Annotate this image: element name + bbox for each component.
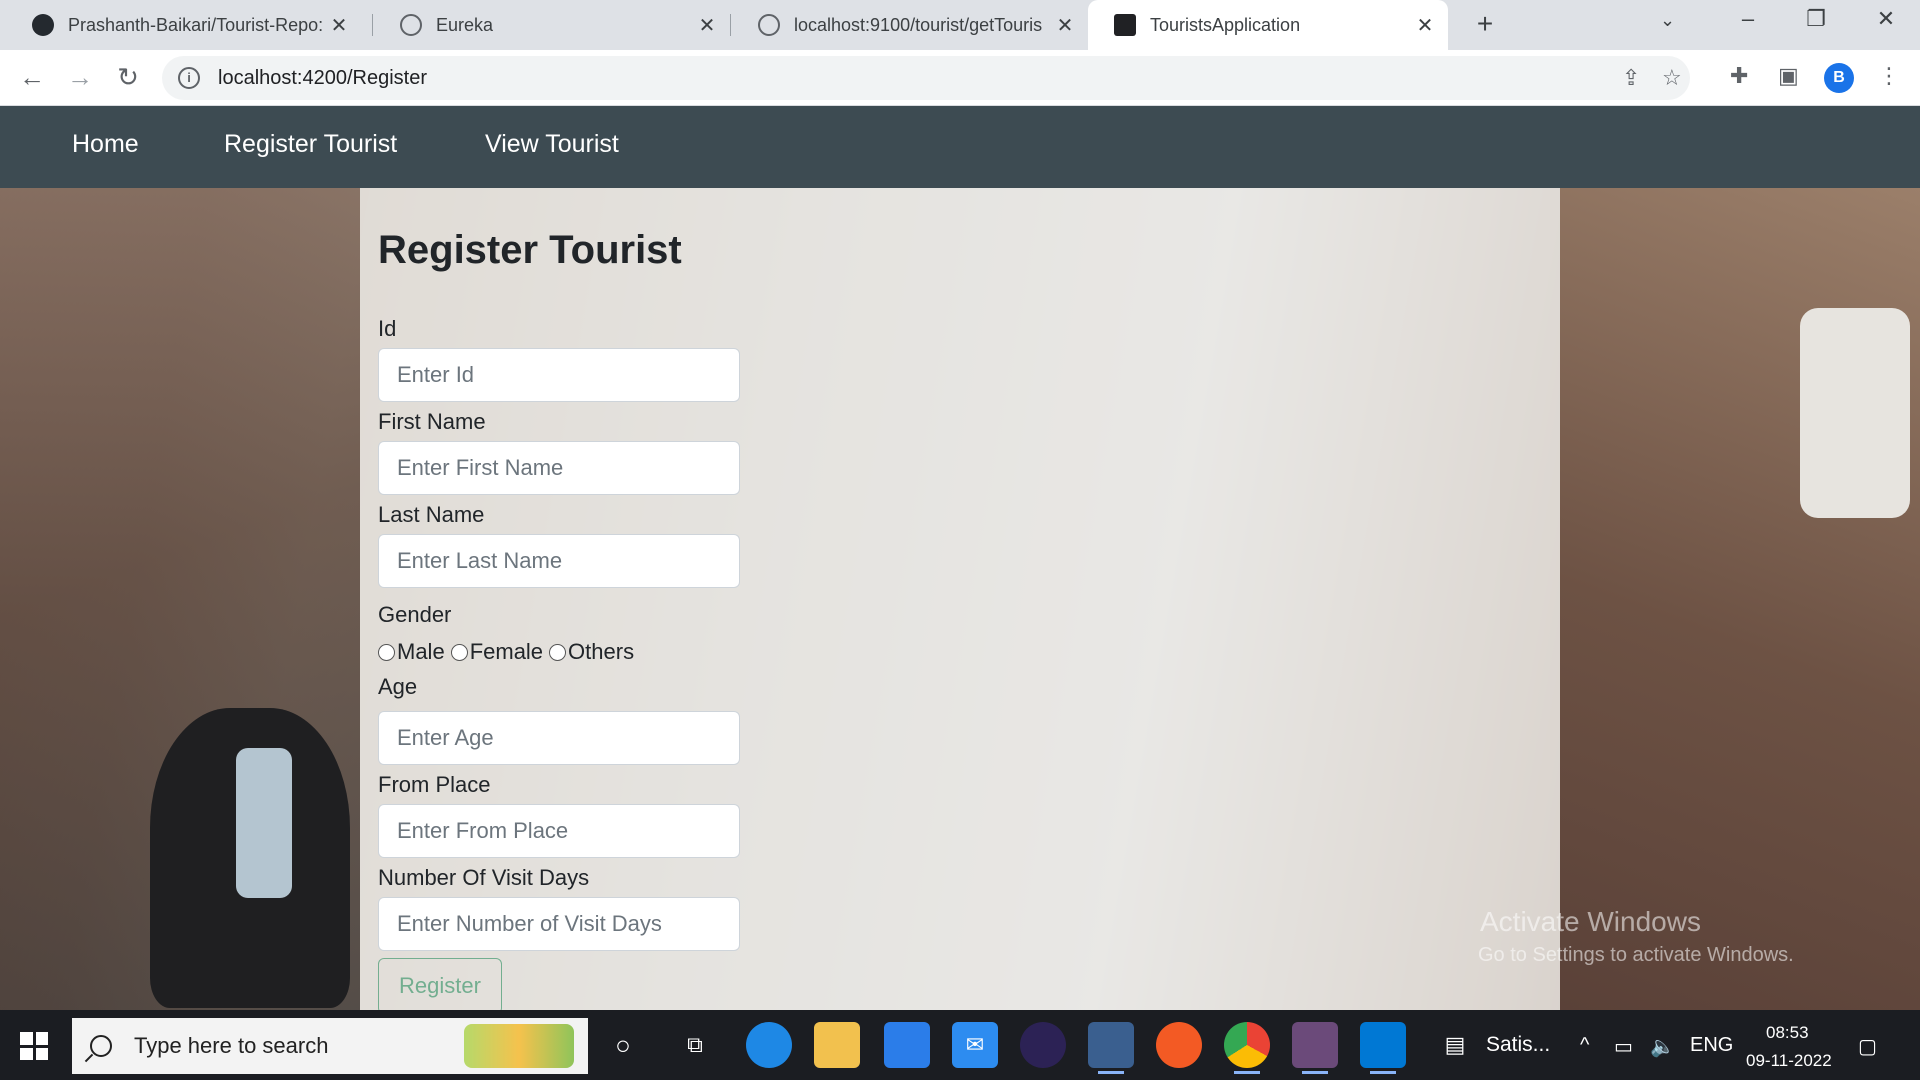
nav-register-tourist[interactable]: Register Tourist — [224, 130, 397, 159]
side-panel-icon[interactable]: ▣ — [1778, 63, 1799, 89]
tab-title: localhost:9100/tourist/getTouris — [794, 14, 1043, 35]
gender-female-radio[interactable] — [450, 643, 468, 661]
address-bar[interactable]: i localhost:4200/Register ⇪ ☆ — [162, 56, 1690, 100]
tab-get-tourist[interactable]: localhost:9100/tourist/getTouris ✕ — [732, 0, 1088, 50]
profile-avatar[interactable]: B — [1824, 63, 1854, 93]
last-name-label: Last Name — [378, 502, 485, 527]
clock-date[interactable]: 09-11-2022 — [1746, 1051, 1832, 1071]
gender-radio-group: Male Female Others — [378, 639, 634, 665]
tab-title: TouristsApplication — [1150, 14, 1301, 35]
browser-tab-bar: Prashanth-Baikari/Tourist-Repo: T ✕ Eure… — [0, 0, 1920, 50]
first-name-label: First Name — [378, 409, 486, 434]
gender-male-label: Male — [397, 639, 445, 664]
new-tab-icon[interactable]: + — [1468, 8, 1502, 40]
gender-label: Gender — [378, 602, 452, 627]
taskbar-search-box[interactable]: Type here to search — [72, 1018, 588, 1074]
file-explorer-icon[interactable] — [814, 1022, 860, 1068]
from-place-field[interactable] — [378, 804, 740, 858]
postman-icon[interactable] — [1156, 1022, 1202, 1068]
close-tab-icon[interactable]: ✕ — [328, 13, 350, 38]
search-icon — [90, 1035, 112, 1057]
activation-watermark-subtitle: Go to Settings to activate Windows. — [1478, 944, 1794, 966]
gender-others-radio[interactable] — [549, 643, 567, 661]
activation-watermark-title: Activate Windows — [1480, 906, 1701, 937]
reload-icon[interactable]: ↻ — [110, 62, 146, 93]
language-indicator[interactable]: ENG — [1690, 1034, 1733, 1057]
age-label: Age — [378, 674, 418, 699]
cable-car-shape — [1800, 308, 1910, 518]
from-place-label: From Place — [378, 772, 491, 797]
register-form-panel: Register Tourist Id First Name Last Name… — [360, 188, 1560, 1010]
id-field[interactable] — [378, 348, 740, 402]
tab-tourists-application[interactable]: TouristsApplication ✕ — [1088, 0, 1448, 50]
visit-days-field[interactable] — [378, 897, 740, 951]
first-name-field[interactable] — [378, 441, 740, 495]
site-info-icon[interactable]: i — [178, 67, 200, 89]
mail-icon[interactable]: ✉ — [952, 1022, 998, 1068]
close-window-icon[interactable]: ✕ — [1866, 6, 1906, 32]
web-page: Home Register Tourist View Tourist Regis… — [0, 106, 1920, 1010]
tab-eureka[interactable]: Eureka ✕ — [374, 0, 730, 50]
tab-github-repo[interactable]: Prashanth-Baikari/Tourist-Repo: T ✕ — [6, 0, 362, 50]
app-icon[interactable] — [1292, 1022, 1338, 1074]
cortana-icon[interactable]: ○ — [600, 1022, 646, 1068]
windows-taskbar: Type here to search ○ ⧉ ✉ ▤ Satis... ^ ▭… — [0, 1010, 1920, 1080]
vscode-icon[interactable] — [1360, 1022, 1406, 1074]
notification-icon[interactable]: ▢ — [1858, 1034, 1877, 1059]
share-icon[interactable]: ⇪ — [1622, 65, 1640, 91]
site-navbar: Home Register Tourist View Tourist — [0, 106, 1920, 188]
tray-chevron-icon[interactable]: ^ — [1580, 1034, 1589, 1057]
id-label: Id — [378, 316, 397, 341]
tab-title: Eureka — [436, 14, 494, 35]
globe-icon — [758, 14, 780, 36]
windows-start-icon[interactable] — [20, 1032, 48, 1060]
restore-icon[interactable]: ❐ — [1796, 6, 1836, 32]
tab-separator — [372, 14, 373, 36]
clock-time[interactable]: 08:53 — [1766, 1023, 1809, 1043]
visit-days-label: Number Of Visit Days — [378, 865, 590, 890]
nav-view-tourist[interactable]: View Tourist — [485, 130, 619, 159]
url-text[interactable]: localhost:4200/Register — [218, 67, 427, 90]
tab-title: Prashanth-Baikari/Tourist-Repo: T — [68, 14, 328, 35]
github-icon — [32, 14, 54, 36]
forward-icon[interactable]: → — [62, 62, 98, 93]
bookmark-star-icon[interactable]: ☆ — [1662, 65, 1682, 91]
minimize-icon[interactable]: – — [1728, 6, 1768, 32]
tab-separator — [730, 14, 731, 36]
close-tab-icon[interactable]: ✕ — [1054, 13, 1076, 38]
back-icon[interactable]: ← — [14, 62, 50, 93]
gender-female-label: Female — [469, 639, 544, 664]
eclipse-icon[interactable] — [1020, 1022, 1066, 1068]
edge-icon[interactable] — [746, 1022, 792, 1068]
news-widget-icon[interactable]: ▤ — [1432, 1022, 1478, 1068]
taskbar-search-placeholder: Type here to search — [134, 1033, 329, 1058]
close-tab-icon[interactable]: ✕ — [696, 13, 718, 38]
taskbar-widget-label[interactable]: Satis... — [1486, 1033, 1550, 1057]
angular-icon — [1114, 14, 1136, 36]
water-bottle-shape — [236, 748, 292, 898]
register-button[interactable]: Register — [378, 958, 502, 1010]
nav-home[interactable]: Home — [72, 130, 139, 159]
address-toolbar: ← → ↻ i localhost:4200/Register ⇪ ☆ — [0, 50, 1920, 106]
globe-icon — [400, 14, 422, 36]
chrome-icon[interactable] — [1224, 1022, 1270, 1074]
last-name-field[interactable] — [378, 534, 740, 588]
gender-male-radio[interactable] — [378, 643, 395, 661]
age-field[interactable] — [378, 711, 740, 765]
network-icon[interactable]: ▭ — [1614, 1034, 1633, 1059]
menu-kebab-icon[interactable]: ⋮ — [1878, 63, 1900, 89]
gender-others-label: Others — [568, 639, 635, 664]
task-view-icon[interactable]: ⧉ — [672, 1022, 718, 1068]
spring-tool-suite-icon[interactable] — [1088, 1022, 1134, 1074]
volume-icon[interactable]: 🔈 — [1650, 1034, 1675, 1059]
microsoft-store-icon[interactable] — [884, 1022, 930, 1068]
close-tab-icon[interactable]: ✕ — [1414, 13, 1436, 38]
page-title: Register Tourist — [378, 228, 682, 272]
search-highlight-art — [464, 1024, 574, 1068]
tab-search-icon[interactable]: ⌄ — [1660, 10, 1675, 31]
extensions-icon[interactable]: ✚ — [1730, 63, 1748, 89]
